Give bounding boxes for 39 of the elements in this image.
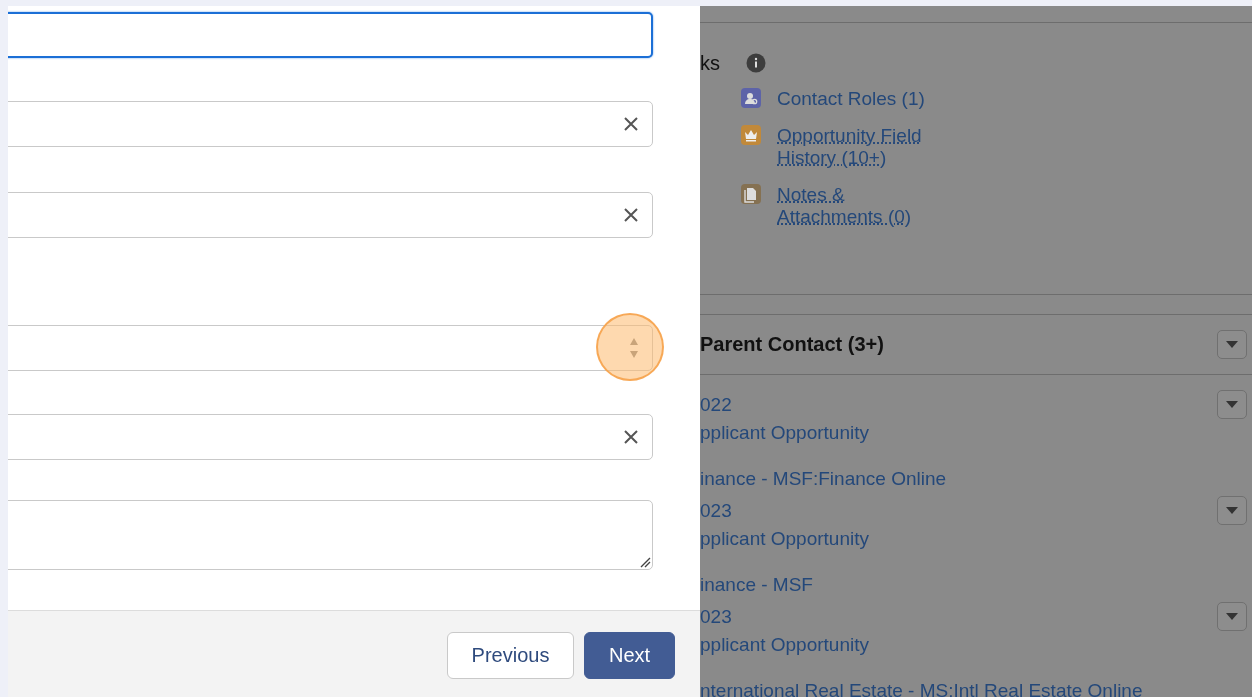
picklist-field[interactable] xyxy=(8,325,653,371)
resize-grip-icon xyxy=(639,556,651,568)
record-link[interactable]: 023 xyxy=(700,498,1252,524)
record-link[interactable]: 023 xyxy=(700,604,1252,630)
caret-down-icon xyxy=(1224,505,1240,516)
lookup-field[interactable] xyxy=(8,192,653,238)
caret-down-icon xyxy=(1224,399,1240,410)
crown-icon xyxy=(741,125,761,145)
text-input-field[interactable] xyxy=(8,12,653,58)
info-icon xyxy=(746,53,766,73)
related-list-title: Parent Contact (3+) xyxy=(700,333,884,356)
text-area-field[interactable] xyxy=(8,500,653,570)
record-field-text: pplicant Opportunity xyxy=(700,421,870,445)
record-field-text: inance - MSF:Finance Online xyxy=(700,467,948,491)
sort-arrows-icon xyxy=(629,336,639,360)
caret-down-icon xyxy=(1224,611,1240,622)
clear-icon xyxy=(623,207,639,223)
related-link[interactable]: Notes & Attachments (0) xyxy=(777,184,937,228)
record-field-text: pplicant Opportunity xyxy=(700,527,870,551)
lookup-field[interactable] xyxy=(8,101,653,147)
record-field-text: inance - MSF xyxy=(700,573,814,597)
related-link[interactable]: Opportunity Field History (10+) xyxy=(777,125,937,169)
row-menu-button[interactable] xyxy=(1217,496,1247,525)
clear-icon xyxy=(623,429,639,445)
previous-button[interactable]: Previous xyxy=(447,632,574,679)
contact-roles-icon xyxy=(741,88,761,108)
row-menu-button[interactable] xyxy=(1217,390,1247,419)
record-field-text: nternational Real Estate - MS:Intl Real Estate Online xyxy=(700,679,1144,697)
record-link[interactable]: 022 xyxy=(700,392,1252,418)
row-menu-button[interactable] xyxy=(1217,602,1247,631)
lookup-field[interactable] xyxy=(8,414,653,460)
related-link[interactable]: Contact Roles (1) xyxy=(777,88,937,110)
clear-icon xyxy=(623,116,639,132)
caret-down-icon xyxy=(1224,339,1240,350)
record-field-text: pplicant Opportunity xyxy=(700,633,870,657)
next-button[interactable]: Next xyxy=(584,632,675,679)
document-icon xyxy=(741,184,761,204)
related-links-title: ks xyxy=(700,51,720,75)
row-menu-button[interactable] xyxy=(1217,330,1247,359)
